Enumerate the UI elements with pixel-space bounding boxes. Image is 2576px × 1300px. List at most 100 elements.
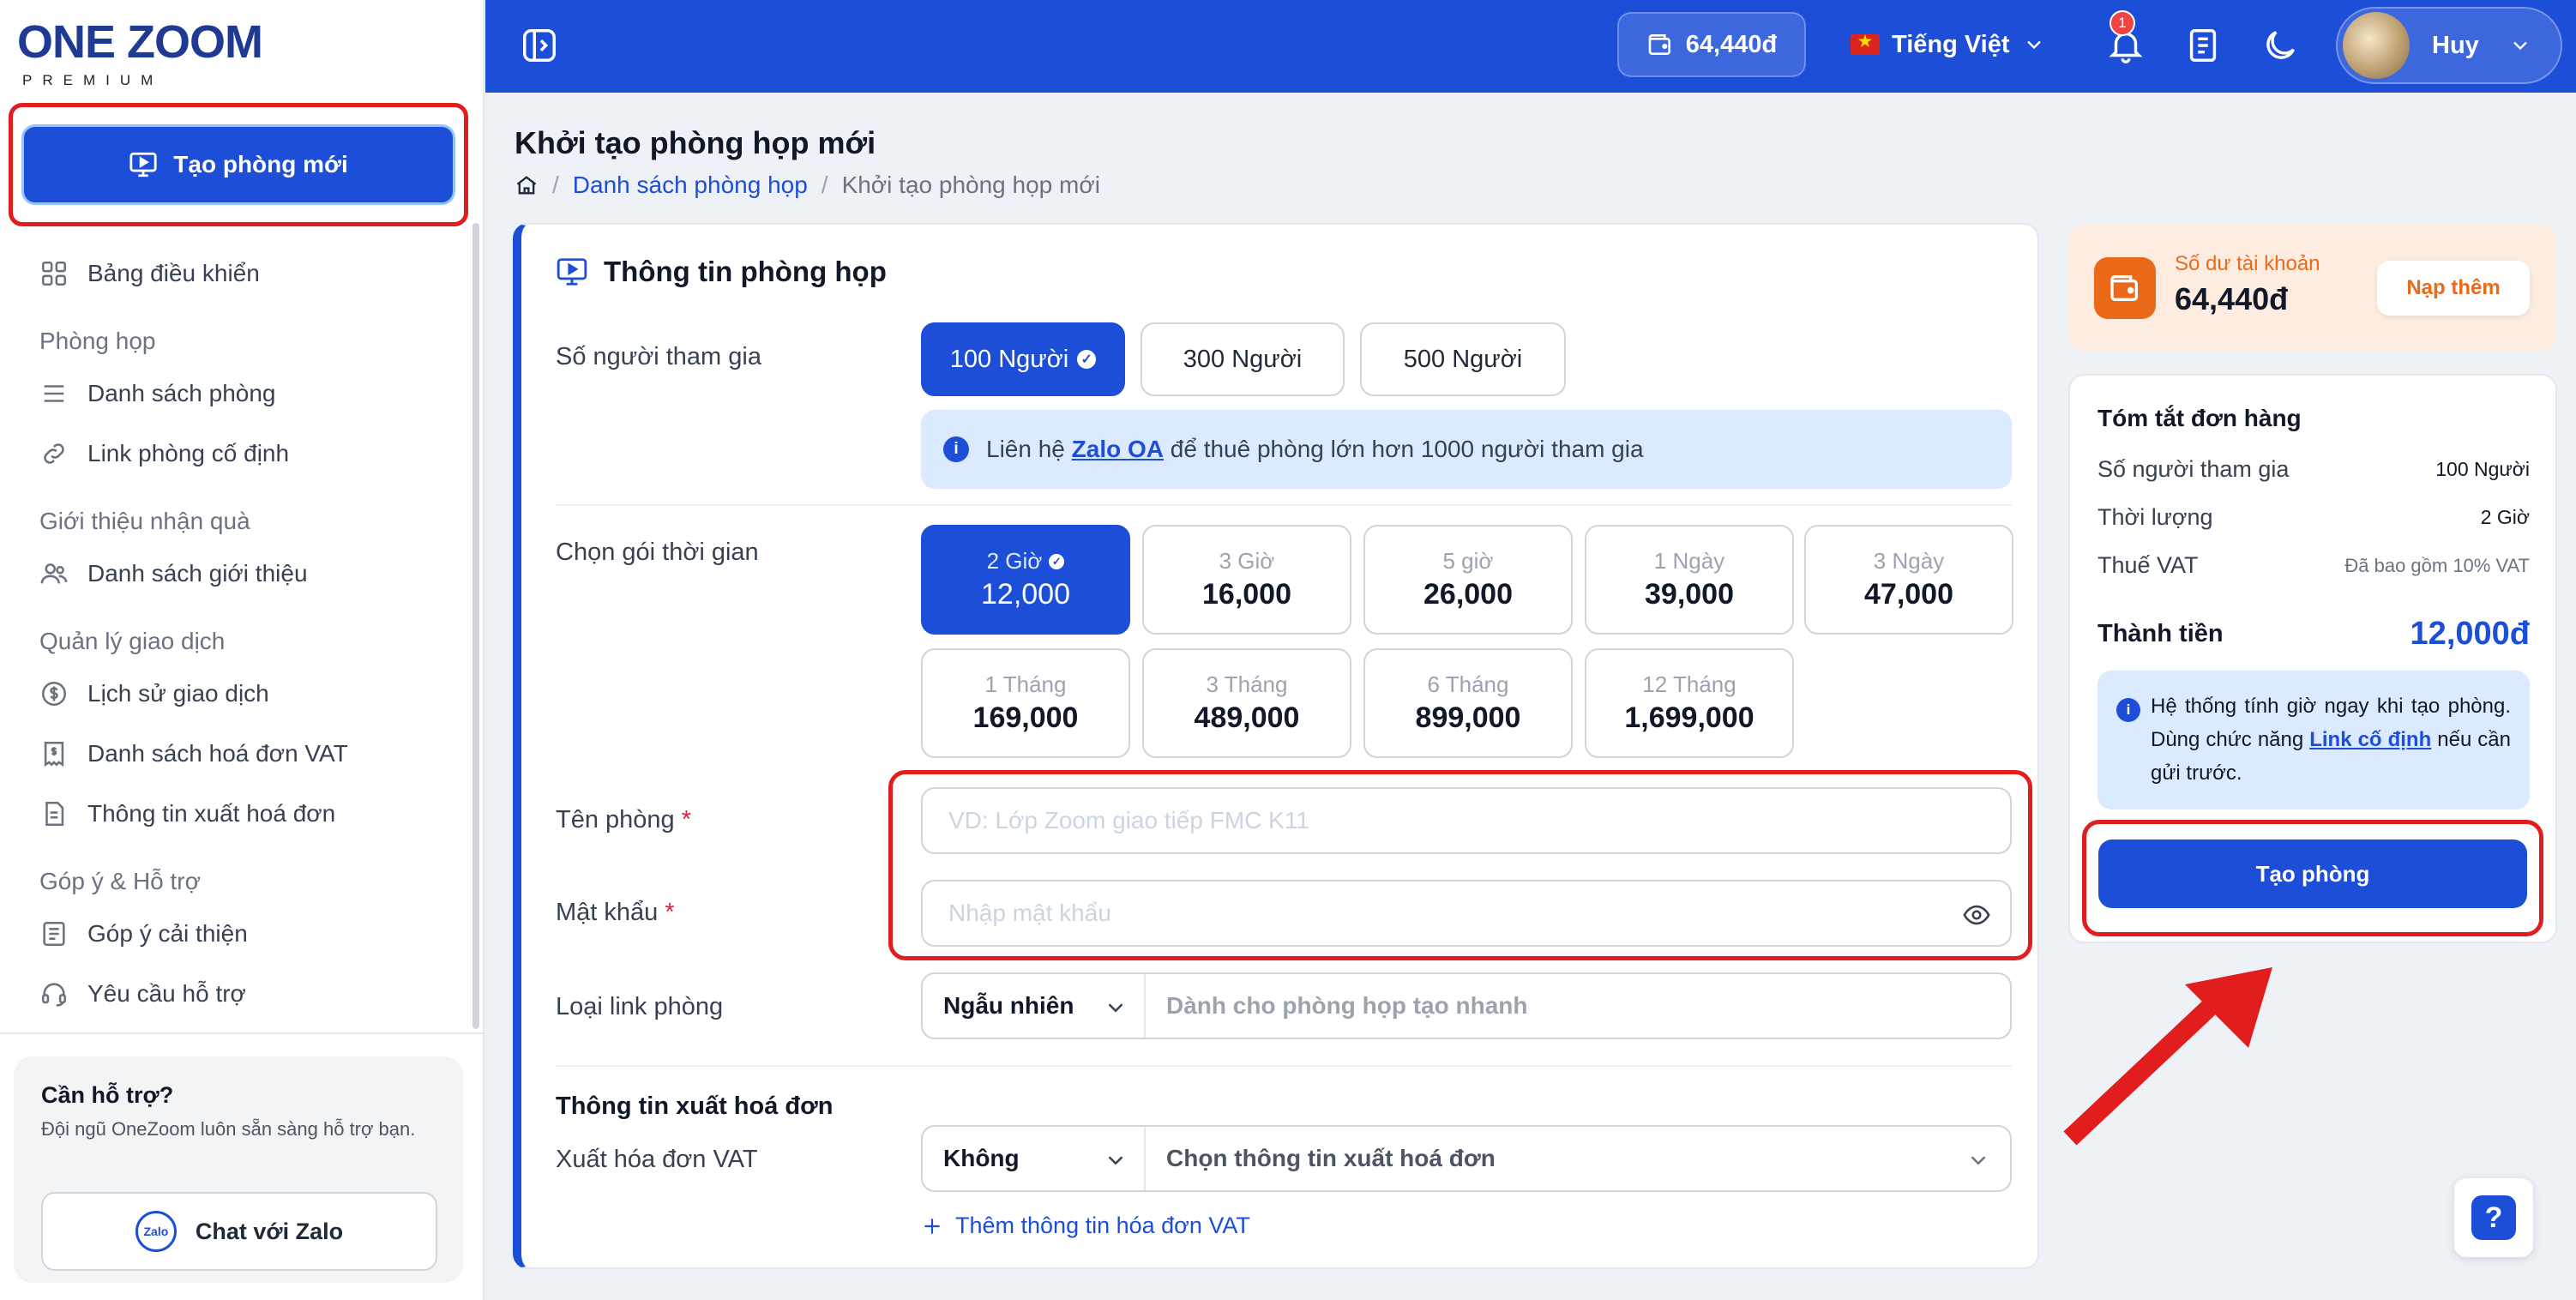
balance-value: 64,440đ (2175, 281, 2289, 316)
info-icon: i (2116, 698, 2140, 722)
user-menu[interactable]: Huy (2336, 7, 2562, 84)
plan-duration: 3 Giờ (1219, 548, 1275, 574)
sidebar-section-meetings: Phòng họp (39, 328, 156, 354)
participant-option-500[interactable]: 500 Người (1360, 322, 1566, 396)
plan-duration: 6 Tháng (1427, 671, 1509, 697)
plan-option-3d[interactable]: 3 Ngày 47,000 (1804, 525, 2013, 635)
order-total-value: 12,000đ (2410, 616, 2530, 652)
sidebar-item-invoice-info[interactable]: Thông tin xuất hoá đơn (39, 784, 468, 844)
vat-select[interactable]: Không (923, 1127, 1146, 1190)
sidebar-item-feedback[interactable]: Góp ý cải thiện (39, 904, 468, 964)
zalo-icon: Zalo (135, 1211, 177, 1252)
add-invoice-link[interactable]: Thêm thông tin hóa đơn VAT (921, 1213, 1250, 1239)
top-up-button[interactable]: Nạp thêm (2377, 261, 2530, 316)
sidebar-nav: Bảng điều khiển Phòng họp Danh sách phòn… (39, 244, 468, 1024)
order-total-label: Thành tiền (2098, 620, 2224, 647)
order-row-key: Số người tham gia (2098, 456, 2290, 482)
sidebar-toggle-icon[interactable] (520, 26, 559, 65)
breadcrumb-separator: / (821, 172, 828, 198)
plan-option-6m[interactable]: 6 Tháng 899,000 (1363, 648, 1573, 758)
vietnam-flag-icon (1851, 33, 1880, 55)
wallet-icon (2094, 257, 2156, 319)
participant-option-300[interactable]: 300 Người (1141, 322, 1345, 396)
sidebar-item-transaction-history[interactable]: Lịch sử giao dịch (39, 664, 468, 724)
sidebar-scrollbar[interactable] (472, 223, 479, 1029)
create-room-button[interactable]: Tạo phòng (2098, 840, 2527, 908)
page-title: Khởi tạo phòng họp mới (515, 125, 876, 160)
password-input[interactable]: Nhập mật khẩu (921, 880, 2012, 947)
plan-duration: 5 giờ (1442, 548, 1494, 574)
participant-option-100[interactable]: 100 Người ✓ (921, 322, 1125, 396)
fixed-link-link[interactable]: Link cố định (2309, 728, 2431, 751)
moon-icon[interactable] (2260, 26, 2300, 65)
room-name-label: Tên phòng * (556, 806, 691, 834)
receipt-icon (44, 741, 64, 767)
question-icon: ? (2471, 1195, 2516, 1240)
sidebar-item-fixed-link[interactable]: Link phòng cố định (39, 424, 468, 484)
plan-price: 39,000 (1645, 578, 1734, 611)
feedback-icon (43, 921, 65, 947)
plan-label: Chọn gói thời gian (556, 539, 759, 566)
info-icon: i (943, 436, 969, 462)
vat-value: Không (943, 1145, 1020, 1171)
plan-option-3h[interactable]: 3 Giờ 16,000 (1142, 525, 1351, 635)
breadcrumb-room-list-link[interactable]: Danh sách phòng họp (573, 172, 808, 199)
eye-icon[interactable] (1962, 900, 1991, 930)
plan-option-5h[interactable]: 5 giờ 26,000 (1363, 525, 1573, 635)
plan-price: 899,000 (1415, 701, 1521, 734)
invoice-info-select[interactable]: Chọn thông tin xuất hoá đơn (1146, 1127, 2010, 1190)
language-selector[interactable]: Tiếng Việt (1851, 12, 2046, 77)
wallet-balance-button[interactable]: 64,440đ (1617, 12, 1806, 77)
help-fab-button[interactable]: ? (2454, 1178, 2533, 1257)
headset-icon (41, 983, 67, 1007)
sidebar-item-vat-invoices[interactable]: Danh sách hoá đơn VAT (39, 724, 468, 784)
link-type-hint-field[interactable]: Dành cho phòng họp tạo nhanh (1146, 974, 2010, 1038)
plan-duration: 3 Ngày (1873, 548, 1945, 574)
sidebar-item-room-list[interactable]: Danh sách phòng (39, 364, 468, 424)
plan-duration: 2 Giờ ✓ (987, 548, 1065, 575)
plan-option-1m[interactable]: 1 Tháng 169,000 (921, 648, 1130, 758)
new-room-button[interactable]: Tạo phòng mới (21, 124, 455, 205)
participant-option-label: 300 Người (1183, 345, 1303, 373)
sidebar-item-dashboard[interactable]: Bảng điều khiển (39, 244, 468, 304)
sidebar-section-referral: Giới thiệu nhận quà (39, 508, 250, 534)
monitor-play-icon (557, 258, 587, 286)
chat-zalo-button[interactable]: Zalo Chat với Zalo (41, 1192, 437, 1271)
sidebar-section-support: Góp ý & Hỗ trợ (39, 868, 201, 894)
dollar-circle-icon (41, 681, 67, 707)
link-type-select[interactable]: Ngẫu nhiên (923, 974, 1146, 1038)
plan-price: 47,000 (1864, 578, 1953, 611)
user-name: Huy (2432, 31, 2479, 59)
order-summary-title: Tóm tắt đơn hàng (2098, 405, 2302, 431)
check-icon: ✓ (1077, 350, 1097, 369)
sidebar-item-support-request[interactable]: Yêu cầu hỗ trợ (39, 964, 468, 1024)
plan-option-12m[interactable]: 12 Tháng 1,699,000 (1585, 648, 1794, 758)
billing-note-text: Hệ thống tính giờ ngay khi tạo phòng. Dù… (2151, 689, 2511, 790)
help-description: Đội ngũ OneZoom luôn sẵn sàng hỗ trợ bạn… (41, 1118, 416, 1140)
balance-card: Số dư tài khoản 64,440đ Nạp thêm (2068, 225, 2557, 352)
link-type-hint: Dành cho phòng họp tạo nhanh (1166, 992, 1528, 1019)
plan-option-1d[interactable]: 1 Ngày 39,000 (1585, 525, 1794, 635)
logo[interactable]: ONE ZOOM PREMIUM (17, 19, 263, 89)
order-row-value: 100 Người (2435, 458, 2530, 480)
sidebar-item-referral-list[interactable]: Danh sách giới thiệu (39, 544, 468, 604)
link-type-combo: Ngẫu nhiên Dành cho phòng họp tạo nhanh (921, 972, 2012, 1039)
zalo-oa-link[interactable]: Zalo OA (1072, 436, 1164, 462)
invoice-section-title: Thông tin xuất hoá đơn (556, 1092, 834, 1120)
password-placeholder: Nhập mật khẩu (948, 900, 1111, 926)
plan-price: 489,000 (1194, 701, 1300, 734)
plan-duration-text: 2 Giờ (986, 548, 1043, 574)
home-icon[interactable] (515, 173, 539, 197)
sidebar-divider (0, 1032, 485, 1034)
sidebar-item-label: Góp ý cải thiện (87, 920, 248, 947)
sidebar-item-label: Danh sách giới thiệu (87, 560, 308, 587)
room-name-input[interactable]: VD: Lớp Zoom giao tiếp FMC K11 (921, 787, 2012, 854)
plan-price: 169,000 (972, 701, 1079, 734)
top-bar: 64,440đ Tiếng Việt 1 Huy (485, 0, 2576, 93)
order-row-participants: Số người tham gia 100 Người (2098, 456, 2530, 483)
order-row-value: 2 Giờ (2480, 506, 2530, 528)
order-row-value: Đã bao gồm 10% VAT (2344, 554, 2530, 576)
plan-option-2h[interactable]: 2 Giờ ✓ 12,000 (921, 525, 1130, 635)
book-icon[interactable] (2183, 26, 2223, 65)
plan-option-3m[interactable]: 3 Tháng 489,000 (1142, 648, 1351, 758)
